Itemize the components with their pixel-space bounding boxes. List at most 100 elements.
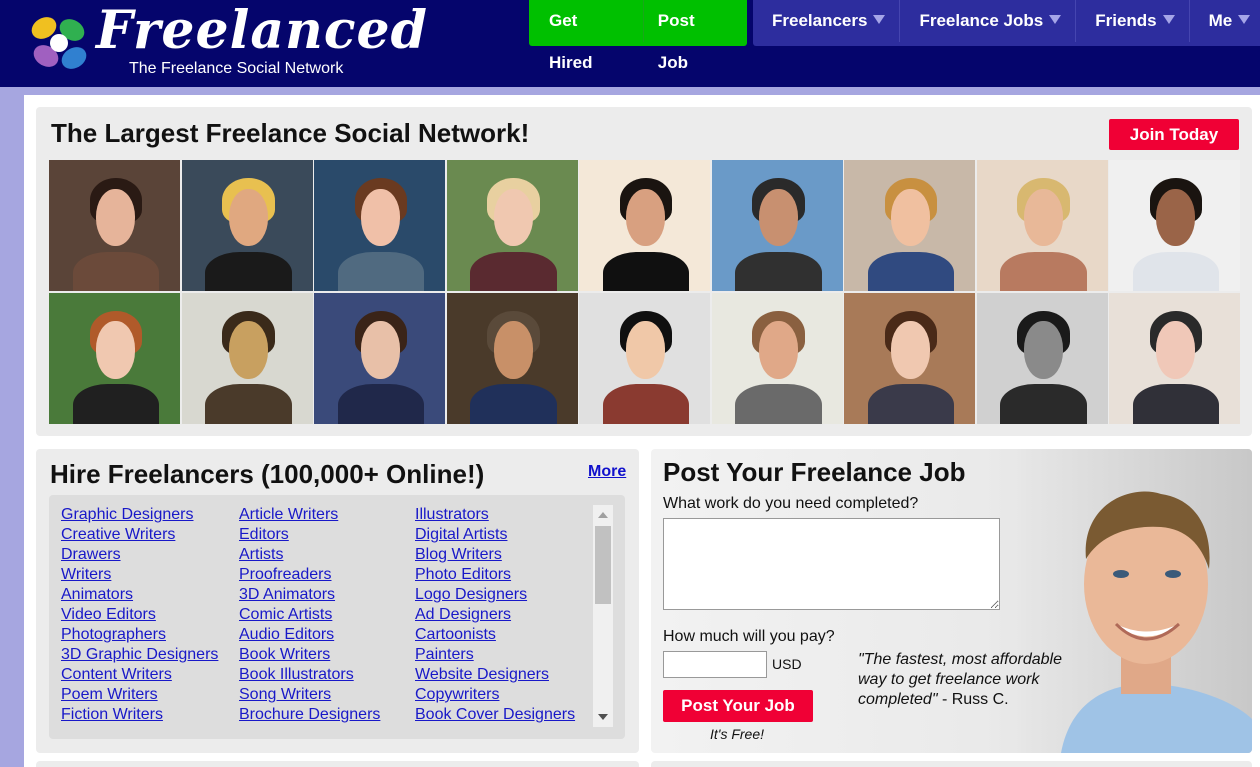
scroll-thumb[interactable] [595,526,611,604]
join-today-button[interactable]: Join Today [1109,119,1239,150]
hero-title: The Largest Freelance Social Network! [51,118,530,148]
logo-mark-icon [31,17,87,69]
post-job-title: Post Your Freelance Job [663,457,966,487]
member-photo[interactable] [49,160,180,291]
pay-question-label: How much will you pay? [663,628,835,645]
member-photo[interactable] [976,292,1108,424]
hire-freelancers-title: Hire Freelancers (100,000+ Online!) [50,459,485,489]
category-link[interactable]: Photo Editors [415,565,575,585]
member-photo[interactable] [446,160,578,291]
category-link[interactable]: Brochure Designers [239,705,380,725]
get-hired-link[interactable]: Get Hired [529,0,643,72]
category-column-1: Graphic Designers Creative Writers Drawe… [61,505,218,725]
hero-panel: The Largest Freelance Social Network! Jo… [36,107,1252,436]
category-column-3: Illustrators Digital Artists Blog Writer… [415,505,575,725]
pay-amount-input[interactable] [663,651,767,678]
caret-down-icon [873,15,886,24]
currency-label: USD [772,656,802,672]
category-link[interactable]: Audio Editors [239,625,380,645]
logo-tagline: The Freelance Social Network [129,60,344,77]
category-link[interactable]: Comic Artists [239,605,380,625]
main-nav: Freelancers Freelance Jobs Friends Me [753,0,1260,46]
main-content: The Largest Freelance Social Network! Jo… [24,95,1260,767]
member-photo[interactable] [844,292,975,424]
nav-freelance-jobs[interactable]: Freelance Jobs [900,0,1077,42]
nav-me[interactable]: Me [1190,0,1260,42]
category-link[interactable]: Illustrators [415,505,575,525]
category-link[interactable]: Book Writers [239,645,380,665]
scroll-up-icon[interactable] [598,512,608,518]
category-link[interactable]: Copywriters [415,685,575,705]
category-link[interactable]: Drawers [61,545,218,565]
nav-freelancers-label: Freelancers [772,11,868,30]
member-photo[interactable] [314,160,445,291]
member-photo[interactable] [579,160,710,291]
category-link[interactable]: Painters [415,645,575,665]
post-your-job-button[interactable]: Post Your Job [663,690,813,722]
category-link[interactable]: Graphic Designers [61,505,218,525]
category-link[interactable]: Website Designers [415,665,575,685]
member-photo[interactable] [976,160,1108,291]
category-link[interactable]: Blog Writers [415,545,575,565]
primary-action-nav: Get Hired Post Job [529,0,747,72]
category-link[interactable]: Ad Designers [415,605,575,625]
category-link[interactable]: Content Writers [61,665,218,685]
testimonial-quote: "The fastest, most affordable way to get… [858,650,1078,710]
site-header: Freelanced The Freelance Social Network … [0,0,1260,87]
work-question-label: What work do you need completed? [663,495,919,512]
category-link[interactable]: Creative Writers [61,525,218,545]
nav-friends-label: Friends [1095,11,1157,30]
nav-freelancers[interactable]: Freelancers [753,0,901,42]
category-link[interactable]: Book Cover Designers [415,705,575,725]
category-link[interactable]: Proofreaders [239,565,380,585]
work-description-field[interactable] [663,518,1000,610]
caret-down-icon [1049,15,1062,24]
post-job-link[interactable]: Post Job [642,0,747,72]
category-link[interactable]: Video Editors [61,605,218,625]
category-link[interactable]: Article Writers [239,505,380,525]
category-link[interactable]: Editors [239,525,380,545]
site-logo[interactable]: Freelanced The Freelance Social Network [24,0,427,80]
member-photo[interactable] [711,160,843,291]
member-photo[interactable] [181,160,313,291]
category-column-2: Article Writers Editors Artists Proofrea… [239,505,380,725]
category-list-box: Graphic Designers Creative Writers Drawe… [49,495,625,739]
nav-friends[interactable]: Friends [1076,0,1190,42]
category-link[interactable]: Fiction Writers [61,705,218,725]
nav-me-label: Me [1208,11,1233,30]
category-link[interactable]: 3D Animators [239,585,380,605]
member-photo[interactable] [711,292,843,424]
category-link[interactable]: Song Writers [239,685,380,705]
category-list[interactable]: Graphic Designers Creative Writers Drawe… [49,505,594,727]
member-photo[interactable] [314,292,445,424]
quote-author: - Russ C. [937,691,1009,708]
category-link[interactable]: Artists [239,545,380,565]
free-note: It's Free! [710,726,765,742]
nav-freelance-jobs-label: Freelance Jobs [919,11,1044,30]
category-link[interactable]: Writers [61,565,218,585]
member-photo[interactable] [181,292,313,424]
hire-freelancers-panel: Hire Freelancers (100,000+ Online!) More… [36,449,639,753]
member-photo[interactable] [844,160,975,291]
post-job-panel: Post Your Freelance Job What work do you… [651,449,1252,753]
category-link[interactable]: Poem Writers [61,685,218,705]
member-photo[interactable] [1109,160,1240,291]
category-link[interactable]: Animators [61,585,218,605]
member-photo[interactable] [1109,292,1240,424]
category-link[interactable]: 3D Graphic Designers [61,645,218,665]
category-link[interactable]: Book Illustrators [239,665,380,685]
member-photo[interactable] [579,292,710,424]
member-photo[interactable] [446,292,578,424]
category-link[interactable]: Photographers [61,625,218,645]
member-photo-grid [49,160,1242,424]
category-link[interactable]: Cartoonists [415,625,575,645]
caret-down-icon [1162,15,1175,24]
member-photo[interactable] [49,292,180,424]
more-link[interactable]: More [588,463,626,481]
next-panel-left [36,761,639,767]
scroll-down-icon[interactable] [598,714,608,720]
category-link[interactable]: Digital Artists [415,525,575,545]
category-scrollbar[interactable] [593,505,613,727]
caret-down-icon [1238,15,1251,24]
category-link[interactable]: Logo Designers [415,585,575,605]
